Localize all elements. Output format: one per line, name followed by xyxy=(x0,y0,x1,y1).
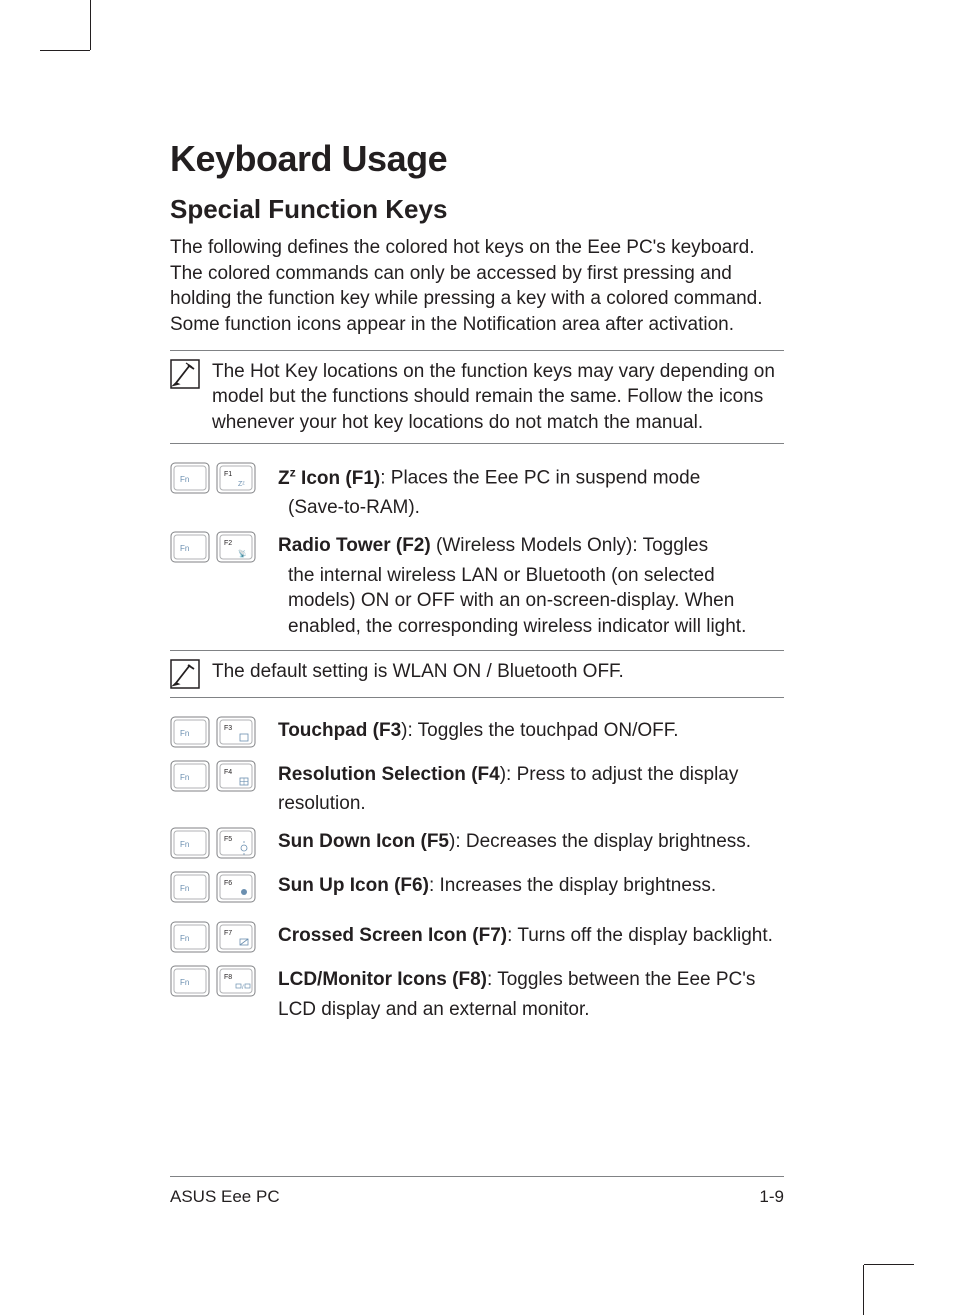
svg-text:F1: F1 xyxy=(224,471,232,478)
fn-key-icon: Fn xyxy=(170,760,210,794)
section-title: Special Function Keys xyxy=(170,194,784,225)
svg-text:Fn: Fn xyxy=(180,884,189,893)
intro-paragraph: The following defines the colored hot ke… xyxy=(170,235,784,338)
svg-text:Fn: Fn xyxy=(180,773,189,782)
f8-description: LCD/Monitor Icons (F8): Toggles between … xyxy=(278,965,755,1022)
fn-key-icon: Fn xyxy=(170,871,210,905)
svg-text:Fn: Fn xyxy=(180,978,189,987)
key-row-f1: Fn F1 Zᶻ Zz Icon (F1): Places the Eee PC … xyxy=(170,462,784,521)
f7-description: Crossed Screen Icon (F7): Turns off the … xyxy=(278,921,773,949)
svg-text:F6: F6 xyxy=(224,880,232,887)
svg-text:F5: F5 xyxy=(224,836,232,843)
f5-key-icon: F5 xyxy=(216,827,256,861)
key-row-f5: Fn F5 Sun Down Icon (F5): Decreases the … xyxy=(170,827,784,861)
note-icon xyxy=(170,359,200,389)
fn-key-icon: Fn xyxy=(170,921,210,955)
svg-text:Fn: Fn xyxy=(180,934,189,943)
svg-text:F7: F7 xyxy=(224,930,232,937)
page-footer: ASUS Eee PC 1-9 xyxy=(170,1176,784,1207)
key-row-f3: Fn F3 Touchpad (F3): Toggles the touchpa… xyxy=(170,716,784,750)
f1-description: Zz Icon (F1): Places the Eee PC in suspe… xyxy=(278,462,700,521)
key-row-f4: Fn F4 Resolution Selection (F4): Press t… xyxy=(170,760,784,817)
f1-key-icon: F1 Zᶻ xyxy=(216,462,256,496)
svg-text:Fn: Fn xyxy=(180,475,189,484)
svg-text:Fn: Fn xyxy=(180,840,189,849)
f6-key-icon: F6 xyxy=(216,871,256,905)
svg-text:F2: F2 xyxy=(224,540,232,547)
fn-key-icon: Fn xyxy=(170,462,210,496)
f7-key-icon: F7 xyxy=(216,921,256,955)
crop-mark xyxy=(863,1265,864,1315)
f5-description: Sun Down Icon (F5): Decreases the displa… xyxy=(278,827,751,855)
svg-text:📡: 📡 xyxy=(238,549,247,558)
page-title: Keyboard Usage xyxy=(170,138,784,180)
note-block: The default setting is WLAN ON / Bluetoo… xyxy=(170,650,784,698)
f2-description: Radio Tower (F2) (Wireless Models Only):… xyxy=(278,531,784,640)
svg-text:Fn: Fn xyxy=(180,544,189,553)
crop-mark xyxy=(40,50,90,51)
fn-key-icon: Fn xyxy=(170,827,210,861)
svg-text:F8: F8 xyxy=(224,974,232,981)
f3-description: Touchpad (F3): Toggles the touchpad ON/O… xyxy=(278,716,679,744)
key-row-f7: Fn F7 Crossed Screen Icon (F7): Turns of… xyxy=(170,921,784,955)
fn-key-icon: Fn xyxy=(170,965,210,999)
f4-description: Resolution Selection (F4): Press to adju… xyxy=(278,760,738,817)
fn-key-icon: Fn xyxy=(170,531,210,565)
svg-text:F4: F4 xyxy=(224,769,232,776)
key-row-f2: Fn F2 📡 Radio Tower (F2) (Wireless Models… xyxy=(170,531,784,640)
f8-key-icon: F8/ xyxy=(216,965,256,999)
page-content: Keyboard Usage Special Function Keys The… xyxy=(90,50,864,1265)
svg-text:F3: F3 xyxy=(224,725,232,732)
note-block: The Hot Key locations on the function ke… xyxy=(170,350,784,445)
fn-key-icon: Fn xyxy=(170,716,210,750)
note-text: The Hot Key locations on the function ke… xyxy=(212,359,784,436)
note-text: The default setting is WLAN ON / Bluetoo… xyxy=(212,659,624,689)
key-row-f6: Fn F6 Sun Up Icon (F6): Increases the di… xyxy=(170,871,784,905)
footer-left: ASUS Eee PC xyxy=(170,1187,280,1207)
key-row-f8: Fn F8/ LCD/Monitor Icons (F8): Toggles b… xyxy=(170,965,784,1022)
crop-mark xyxy=(864,1264,914,1265)
f2-key-icon: F2 📡 xyxy=(216,531,256,565)
f4-key-icon: F4 xyxy=(216,760,256,794)
svg-text:Zᶻ: Zᶻ xyxy=(238,481,245,488)
crop-mark xyxy=(90,0,91,50)
footer-right: 1-9 xyxy=(759,1187,784,1207)
note-icon xyxy=(170,659,200,689)
f6-description: Sun Up Icon (F6): Increases the display … xyxy=(278,871,716,899)
f3-key-icon: F3 xyxy=(216,716,256,750)
svg-text:Fn: Fn xyxy=(180,729,189,738)
